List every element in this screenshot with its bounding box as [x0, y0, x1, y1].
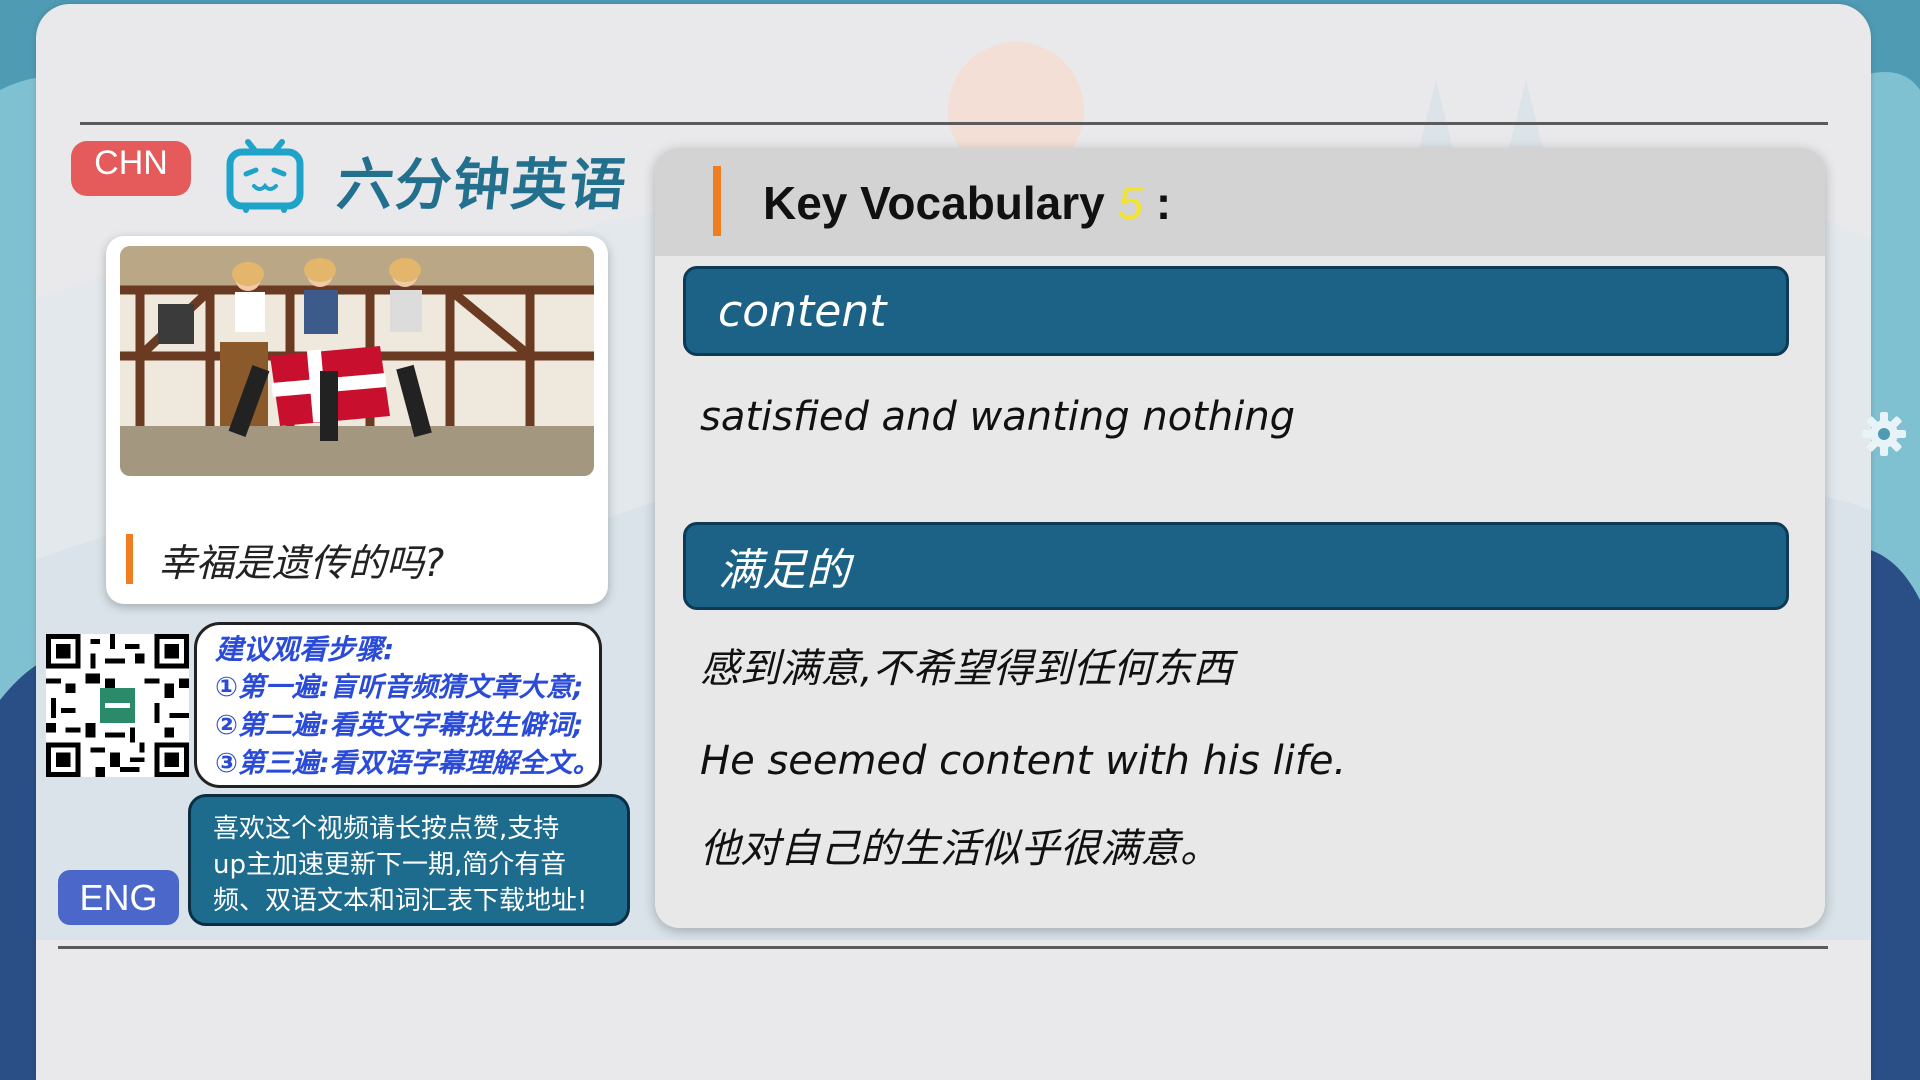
viewing-steps-box: 建议观看步骤: ①第一遍:盲听音频猜文章大意; ②第二遍:看英文字幕找生僻词; … — [194, 622, 602, 788]
example-en: He seemed content with his life. — [700, 738, 1347, 784]
promo-line: up主加速更新下一期,简介有音 — [213, 850, 567, 880]
episode-card[interactable]: 幸福是遗传的吗? — [106, 236, 608, 604]
vocabulary-heading: Key Vocabulary 5 : — [763, 176, 1171, 230]
step-item: ①第一遍:盲听音频猜文章大意; — [215, 672, 584, 703]
like-promo-box: 喜欢这个视频请长按点赞,支持 up主加速更新下一期,简介有音 频、双语文本和词汇… — [188, 794, 630, 926]
top-divider — [80, 122, 1828, 125]
vocab-word-bar: content — [683, 266, 1789, 356]
qr-code[interactable] — [46, 634, 189, 777]
vocab-word: content — [718, 285, 887, 337]
promo-line: 频、双语文本和词汇表下载地址! — [213, 886, 588, 916]
promo-line: 喜欢这个视频请长按点赞,支持 — [213, 814, 560, 844]
vocab-word-cn: 满足的 — [718, 545, 850, 596]
steps-title: 建议观看步骤: — [215, 633, 395, 666]
vocabulary-colon: : — [1155, 177, 1172, 229]
vocab-word-cn-bar: 满足的 — [683, 522, 1789, 610]
episode-photo — [120, 246, 594, 476]
definition-cn: 感到满意,不希望得到任何东西 — [700, 646, 1233, 692]
bottom-divider — [58, 946, 1828, 949]
chn-badge[interactable]: CHN — [71, 141, 191, 196]
vocabulary-heading-text: Key Vocabulary — [763, 177, 1105, 229]
caption-accent-bar — [126, 534, 133, 584]
definition-en: satisfied and wanting nothing — [700, 394, 1296, 440]
example-cn: 他对自己的生活似乎很满意。 — [700, 826, 1220, 872]
step-item: ③第三遍:看双语字幕理解全文。 — [215, 748, 600, 779]
episode-caption: 幸福是遗传的吗? — [158, 541, 445, 585]
eng-badge[interactable]: ENG — [58, 870, 179, 925]
gear-icon[interactable] — [1860, 410, 1908, 458]
header-accent-bar — [713, 166, 721, 236]
brand-title: 六分钟英语 — [334, 153, 631, 218]
vocabulary-number: 5 — [1117, 177, 1144, 229]
bilibili-tv-icon — [226, 139, 304, 213]
vocabulary-header: Key Vocabulary 5 : — [655, 148, 1825, 256]
step-item: ②第二遍:看英文字幕找生僻词; — [215, 710, 584, 741]
vocabulary-panel: Key Vocabulary 5 : content satisfied and… — [655, 148, 1825, 928]
